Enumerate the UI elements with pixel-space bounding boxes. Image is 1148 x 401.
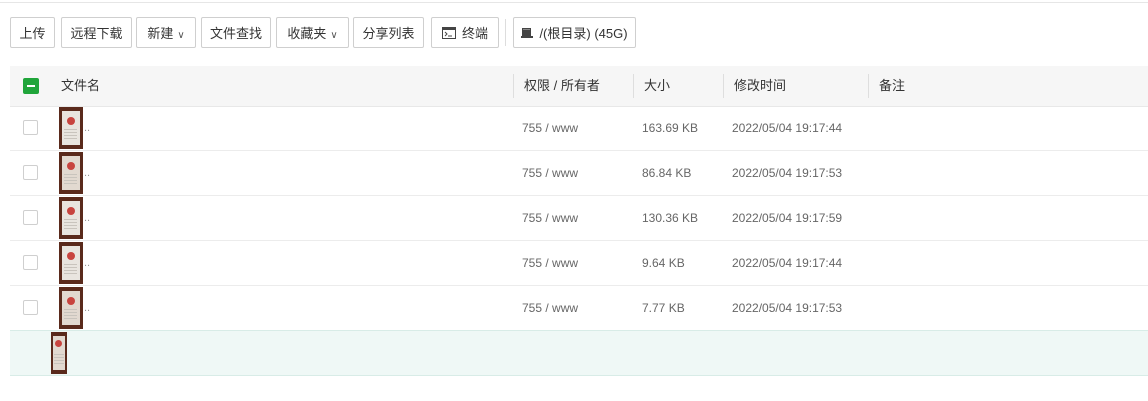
terminal-button[interactable]: 终端: [431, 17, 499, 48]
disk-label: /(根目录) (45G): [539, 26, 628, 41]
image-thumbnail[interactable]: [59, 107, 83, 149]
column-divider: [633, 74, 634, 98]
top-divider: [0, 2, 1148, 3]
permission-cell[interactable]: 755 / www: [522, 241, 578, 285]
image-thumbnail[interactable]: [51, 332, 67, 374]
table-row[interactable]: .. 755 / www 130.36 KB 2022/05/04 19:17:…: [10, 196, 1148, 241]
select-all-checkbox[interactable]: [23, 78, 39, 94]
terminal-icon: [441, 19, 456, 50]
file-name[interactable]: ..: [84, 212, 90, 224]
table-row[interactable]: .. 755 / www 86.84 KB 2022/05/04 19:17:5…: [10, 151, 1148, 196]
row-checkbox[interactable]: [23, 300, 38, 315]
permission-cell[interactable]: 755 / www: [522, 286, 578, 330]
remote-download-button[interactable]: 远程下载: [61, 17, 132, 48]
column-divider: [513, 74, 514, 98]
toolbar-separator: [505, 19, 506, 46]
new-label: 新建: [147, 26, 174, 41]
file-search-label: 文件查找: [209, 26, 262, 41]
remote-download-label: 远程下载: [70, 26, 123, 41]
share-list-button[interactable]: 分享列表: [353, 17, 424, 48]
mtime-cell: 2022/05/04 19:17:53: [732, 166, 843, 180]
image-thumbnail[interactable]: [59, 242, 83, 284]
chevron-down-icon: ∨: [177, 30, 185, 41]
new-dropdown-button[interactable]: 新建 ∨: [136, 17, 196, 48]
table-row[interactable]: .. 755 / www 163.69 KB 2022/05/04 19:17:…: [10, 106, 1148, 151]
file-name[interactable]: ..: [84, 302, 90, 314]
chevron-down-icon: ∨: [330, 30, 338, 41]
column-header-mtime[interactable]: 修改时间: [734, 66, 786, 106]
table-row[interactable]: .. 755 / www 9.64 KB 2022/05/04 19:17:44: [10, 241, 1148, 286]
permission-cell[interactable]: 755 / www: [522, 106, 578, 150]
size-cell: 130.36 KB: [642, 211, 699, 225]
upload-label: 上传: [19, 26, 46, 41]
column-header-size[interactable]: 大小: [644, 66, 670, 106]
row-checkbox[interactable]: [23, 255, 38, 270]
dragging-file-row[interactable]: [10, 330, 1148, 376]
permission-cell[interactable]: 755 / www: [522, 151, 578, 195]
column-header-note[interactable]: 备注: [879, 66, 905, 106]
row-checkbox[interactable]: [23, 120, 38, 135]
column-divider: [868, 74, 869, 98]
favorites-dropdown-button[interactable]: 收藏夹 ∨: [276, 17, 349, 48]
table-header: 文件名 权限 / 所有者 大小 修改时间 备注: [10, 66, 1148, 107]
column-header-name[interactable]: 文件名: [61, 66, 100, 106]
row-checkbox[interactable]: [23, 210, 38, 225]
file-name[interactable]: ..: [84, 122, 90, 134]
disk-icon: [521, 19, 534, 50]
mtime-cell: 2022/05/04 19:17:44: [732, 121, 843, 135]
file-name[interactable]: ..: [84, 257, 90, 269]
table-row[interactable]: .. 755 / www 7.77 KB 2022/05/04 19:17:53: [10, 286, 1148, 331]
file-name[interactable]: ..: [84, 167, 90, 179]
column-header-permission[interactable]: 权限 / 所有者: [524, 66, 600, 106]
size-cell: 86.84 KB: [642, 166, 692, 180]
size-cell: 9.64 KB: [642, 256, 685, 270]
mtime-cell: 2022/05/04 19:17:44: [732, 256, 843, 270]
mtime-cell: 2022/05/04 19:17:59: [732, 211, 843, 225]
upload-button[interactable]: 上传: [10, 17, 55, 48]
permission-cell[interactable]: 755 / www: [522, 196, 578, 240]
share-list-label: 分享列表: [362, 26, 415, 41]
size-cell: 7.77 KB: [642, 301, 685, 315]
image-thumbnail[interactable]: [59, 197, 83, 239]
terminal-label: 终端: [461, 26, 488, 41]
row-checkbox[interactable]: [23, 165, 38, 180]
favorites-label: 收藏夹: [287, 26, 327, 41]
disk-button[interactable]: /(根目录) (45G): [513, 17, 636, 48]
image-thumbnail[interactable]: [59, 152, 83, 194]
column-divider: [723, 74, 724, 98]
size-cell: 163.69 KB: [642, 121, 699, 135]
file-search-button[interactable]: 文件查找: [201, 17, 271, 48]
mtime-cell: 2022/05/04 19:17:53: [732, 301, 843, 315]
image-thumbnail[interactable]: [59, 287, 83, 329]
